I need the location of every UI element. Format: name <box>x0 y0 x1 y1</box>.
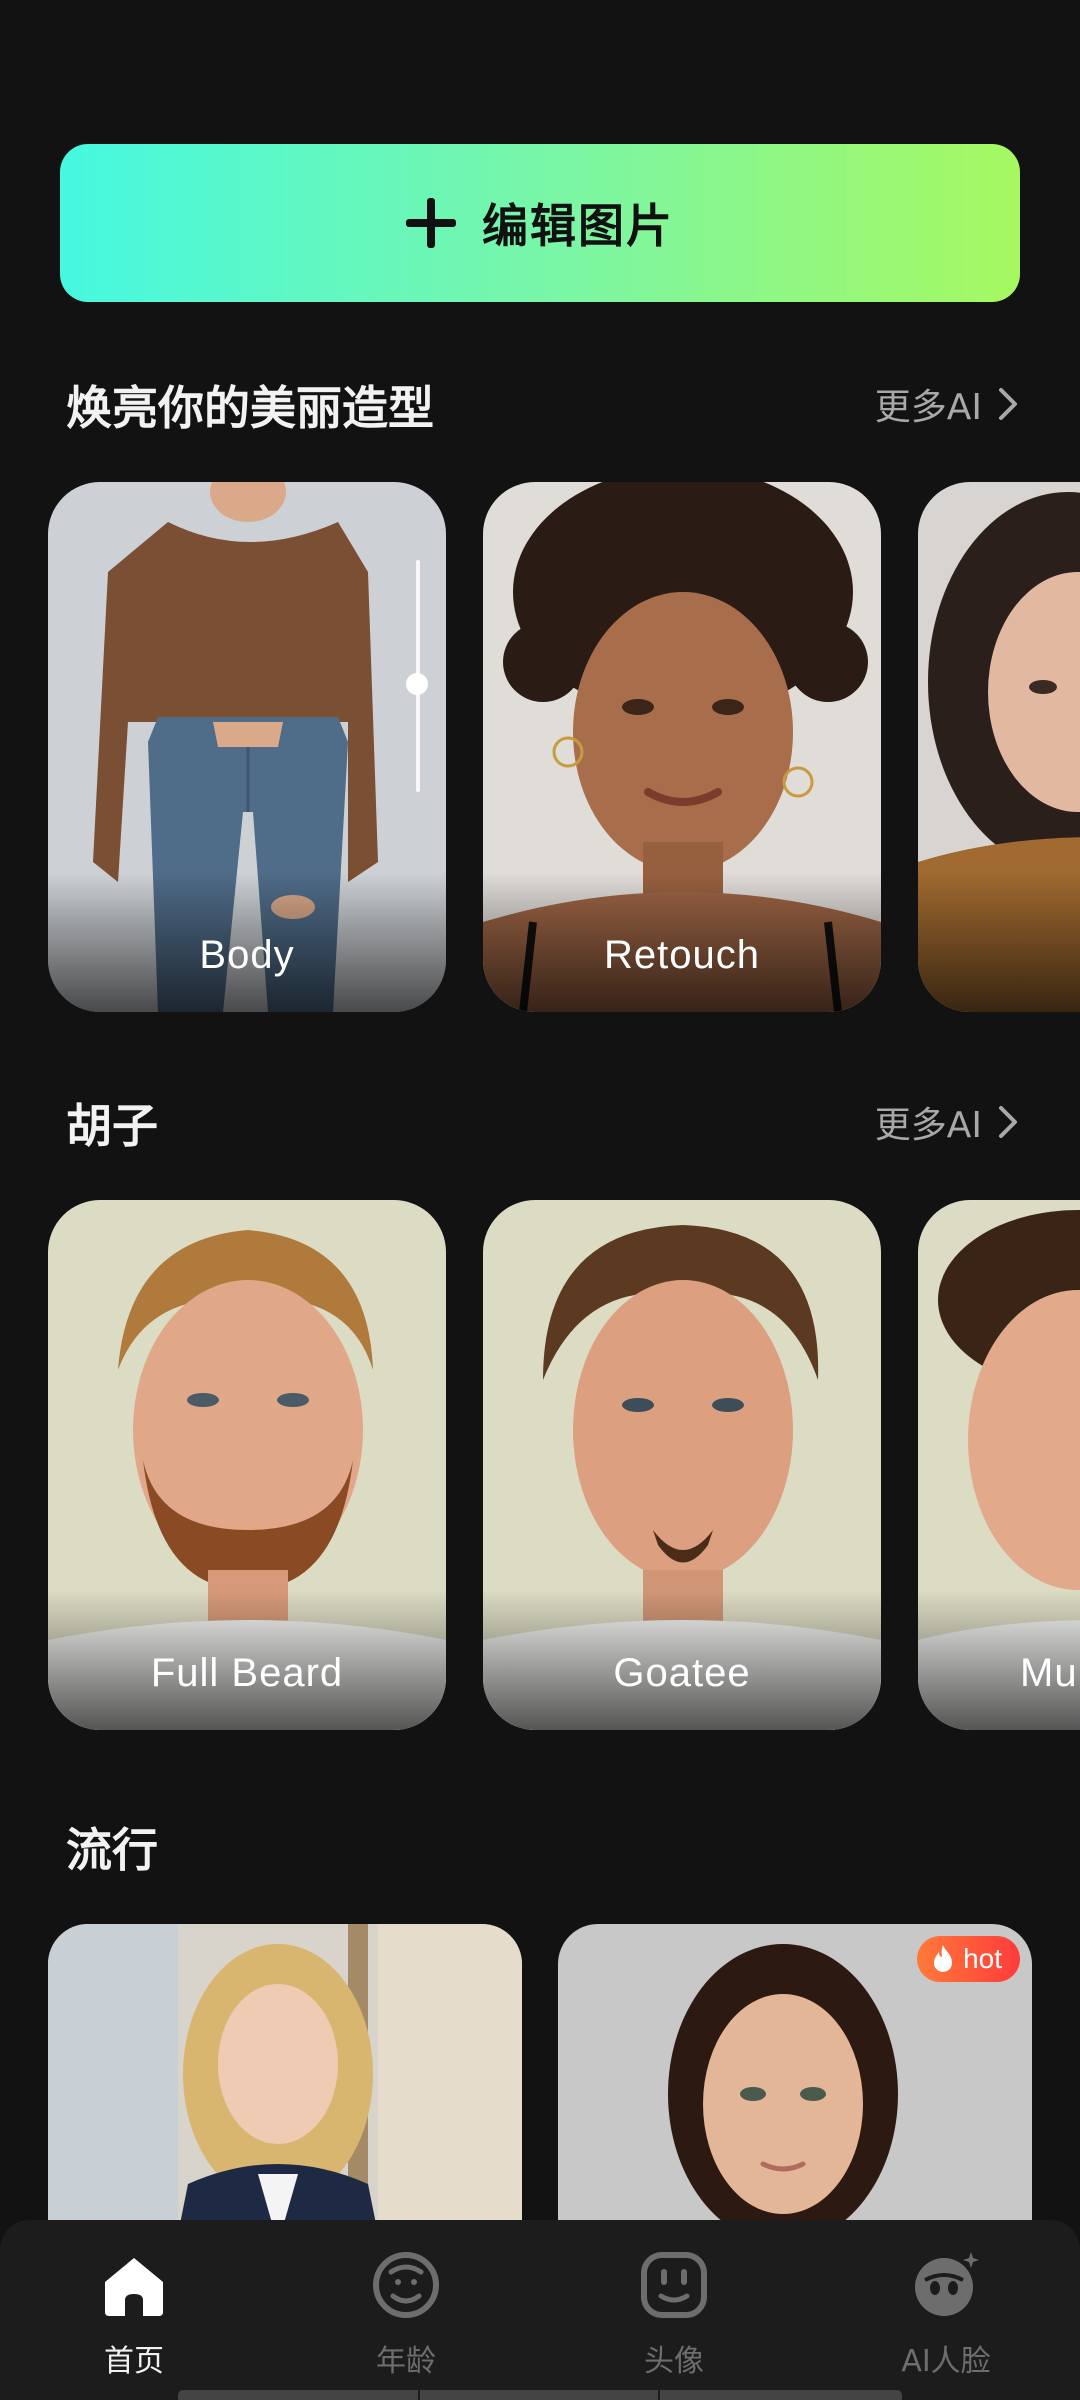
nav-label: 头像 <box>644 2344 704 2379</box>
more-ai-link-beauty[interactable]: 更多AI <box>875 378 1020 430</box>
card-partial-3[interactable] <box>918 482 1080 1012</box>
edit-image-button[interactable]: 编辑图片 <box>60 144 1020 302</box>
age-face-icon <box>373 2252 439 2318</box>
more-ai-label: 更多AI <box>874 1105 982 1146</box>
slider-knob[interactable] <box>406 673 428 695</box>
card-label: Full Beard <box>150 1651 344 1695</box>
card-label: Body <box>199 933 295 977</box>
hot-badge-label: hot <box>963 1943 1002 1974</box>
home-icon <box>105 2258 163 2316</box>
ai-face-icon <box>915 2252 979 2316</box>
nav-item-age[interactable]: 年龄 <box>306 2250 506 2380</box>
avatar-face-icon <box>641 2252 707 2318</box>
bottom-nav: 首页 年龄 头像 AI人脸 <box>0 2220 1080 2400</box>
trend-card-1[interactable] <box>48 1924 522 2224</box>
card-label: Mu <box>1020 1651 1078 1695</box>
card-shade <box>918 872 1080 1012</box>
chevron-right-icon <box>999 1106 1017 1138</box>
business-woman-photo <box>48 1924 522 2224</box>
nav-label: 年龄 <box>376 2344 436 2379</box>
flame-icon <box>934 1945 953 1972</box>
card-label: Retouch <box>604 933 760 977</box>
edit-image-label: 编辑图片 <box>482 199 674 253</box>
nav-item-home[interactable]: 首页 <box>34 2250 234 2380</box>
nav-label: 首页 <box>104 2344 164 2379</box>
section-title-beauty: 焕亮你的美丽造型 <box>66 381 434 435</box>
section-title-beard: 胡子 <box>66 1099 158 1153</box>
nav-item-avatar[interactable]: 头像 <box>574 2250 774 2380</box>
card-retouch[interactable]: Retouch <box>483 482 881 1012</box>
hot-badge: hot <box>917 1936 1020 1982</box>
chevron-right-icon <box>999 388 1017 420</box>
plus-icon <box>406 198 456 248</box>
trending-row: hot <box>0 1924 1080 2224</box>
nav-label: AI人脸 <box>901 2344 991 2379</box>
section-title-trending: 流行 <box>66 1823 158 1877</box>
card-label: Goatee <box>613 1651 751 1695</box>
nav-item-ai-face[interactable]: AI人脸 <box>846 2250 1046 2380</box>
card-full-beard[interactable]: Full Beard <box>48 1200 446 1730</box>
card-goatee[interactable]: Goatee <box>483 1200 881 1730</box>
more-ai-label: 更多AI <box>874 387 982 428</box>
more-ai-link-beard[interactable]: 更多AI <box>875 1096 1020 1148</box>
trend-card-2[interactable]: hot <box>558 1924 1032 2224</box>
home-indicator <box>178 2390 902 2400</box>
beard-card-row: Full Beard Goatee Mu <box>0 1200 1080 1730</box>
beauty-card-row: Body Retouch <box>0 482 1080 1012</box>
card-partial-mu[interactable]: Mu <box>918 1200 1080 1730</box>
card-body[interactable]: Body <box>48 482 446 1012</box>
